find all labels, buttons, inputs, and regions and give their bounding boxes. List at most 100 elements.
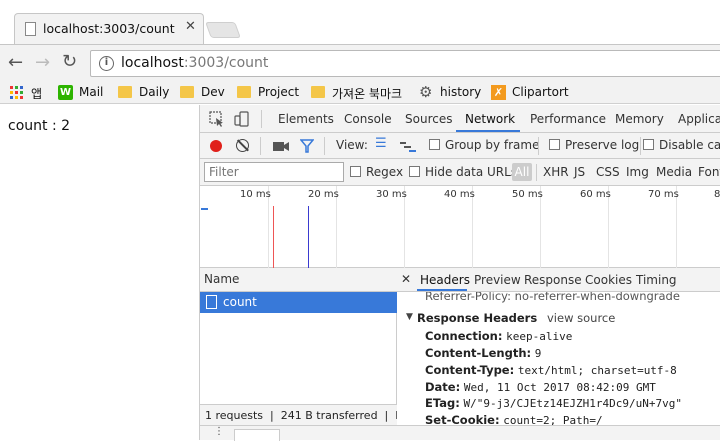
back-icon[interactable]: ← — [8, 52, 23, 73]
filter-input[interactable] — [204, 162, 344, 182]
filter-icon[interactable] — [300, 139, 314, 153]
checkbox-box — [409, 166, 420, 177]
filter-bar: Regex Hide data URLs All XHR JS CSS Img … — [200, 159, 720, 186]
apps-grid-icon — [10, 86, 23, 99]
filter-js[interactable]: JS — [574, 165, 585, 179]
tab-performance[interactable]: Performance — [530, 112, 606, 126]
timeline-tick-label: 60 ms — [580, 189, 611, 200]
group-by-frame-checkbox[interactable]: Group by frame — [429, 138, 539, 152]
document-icon — [206, 295, 217, 309]
console-drawer[interactable]: ⋮ — [200, 425, 720, 441]
request-name: count — [223, 295, 257, 309]
disable-cache-checkbox[interactable]: Disable cach — [643, 138, 720, 152]
domcontentloaded-line — [308, 206, 309, 268]
filter-media[interactable]: Media — [656, 165, 692, 179]
active-tab-indicator — [456, 130, 520, 132]
page-content: count : 2 — [0, 105, 199, 440]
reload-icon[interactable]: ↻ — [62, 51, 77, 72]
expand-triangle-icon[interactable]: ▼ — [406, 312, 413, 322]
bookmark-label: 앱 — [31, 87, 43, 101]
request-row[interactable]: count — [200, 292, 397, 313]
divider — [536, 164, 537, 181]
close-detail-icon[interactable]: ✕ — [401, 272, 411, 286]
devtools-panel: Elements Console Sources Network Perform… — [199, 105, 720, 441]
filter-all-button[interactable]: All — [512, 163, 532, 181]
summary-text: 1 requests | 241 B transferred | Fi... — [205, 409, 397, 422]
divider — [324, 137, 325, 155]
checkbox-box — [350, 166, 361, 177]
header-line: Content-Type: text/html; charset=utf-8 — [425, 363, 677, 377]
regex-checkbox[interactable]: Regex — [350, 165, 403, 179]
checkbox-box — [429, 139, 440, 150]
bookmark-label: history — [440, 85, 482, 99]
forward-icon[interactable]: → — [35, 52, 50, 73]
tab-title: localhost:3003/count — [43, 21, 175, 36]
info-icon[interactable]: i — [99, 56, 114, 71]
timeline-tick-label: 20 ms — [308, 189, 339, 200]
preserve-log-checkbox[interactable]: Preserve log — [549, 138, 639, 152]
view-label: View: — [336, 138, 368, 152]
count-text: count : 2 — [8, 118, 71, 134]
checkbox-label: Regex — [366, 165, 404, 179]
folder-icon — [237, 86, 251, 98]
filter-css[interactable]: CSS — [596, 165, 620, 179]
inspect-element-icon[interactable] — [209, 111, 225, 127]
checkbox-label: Preserve log — [565, 138, 640, 152]
address-bar[interactable]: i localhost:3003/count — [90, 50, 720, 77]
header-line: Set-Cookie: count=2; Path=/ — [425, 413, 603, 425]
w-mail-icon: W — [58, 85, 73, 100]
filter-font[interactable]: Font — [698, 165, 720, 179]
tab-elements[interactable]: Elements — [278, 112, 334, 126]
tab-strip: localhost:3003/count ✕ — [0, 0, 720, 44]
tab-sources[interactable]: Sources — [405, 112, 452, 126]
gear-icon: ⚙ — [419, 83, 433, 101]
tab-response[interactable]: Response — [524, 273, 582, 287]
waterfall-icon[interactable] — [400, 141, 416, 153]
folder-icon — [311, 86, 325, 98]
filter-xhr[interactable]: XHR — [543, 165, 569, 179]
headers-scroll[interactable]: Referrer-Policy: no-referrer-when-downgr… — [397, 292, 720, 425]
view-source-link[interactable]: view source — [547, 311, 615, 325]
name-column-label: Name — [204, 272, 240, 286]
checkbox-label: Disable cach — [659, 138, 720, 152]
screenshot-camera-icon[interactable] — [273, 141, 289, 153]
bookmarks-bar: 앱 W Mail Daily Dev Project 가져온 북마크 ⚙ his… — [0, 82, 720, 104]
filter-img[interactable]: Img — [626, 165, 649, 179]
url-path: :3003/count — [183, 55, 269, 71]
tab-memory[interactable]: Memory — [615, 112, 664, 126]
drawer-console-tab[interactable] — [234, 429, 280, 441]
bookmark-label: 가져온 북마크 — [332, 87, 403, 101]
tab-close-icon[interactable]: ✕ — [185, 19, 196, 34]
record-icon[interactable] — [210, 140, 222, 152]
folder-icon — [180, 86, 194, 98]
timeline-tick-label: 10 ms — [240, 189, 271, 200]
clipart-icon: ✗ — [491, 85, 506, 100]
name-column-header[interactable]: Name — [200, 268, 397, 292]
browser-tab[interactable]: localhost:3003/count ✕ — [14, 13, 204, 44]
request-list-pane: Name count 1 requests | 241 B transferre… — [200, 268, 397, 440]
tab-cookies[interactable]: Cookies — [585, 273, 632, 287]
tab-console[interactable]: Console — [344, 112, 392, 126]
divider — [640, 137, 641, 155]
active-tab-indicator — [417, 289, 467, 291]
header-line: ETag: W/"9-j3/CJEtz14EJZH1r4Dc9/uN+7vg" — [425, 396, 683, 410]
tab-application[interactable]: Applicat — [678, 112, 720, 126]
header-line: Content-Length: 9 — [425, 346, 542, 360]
tab-headers[interactable]: Headers — [420, 273, 470, 287]
tab-timing[interactable]: Timing — [636, 273, 677, 287]
header-line: Connection: keep-alive — [425, 329, 573, 343]
large-rows-icon[interactable]: ☰ — [375, 136, 387, 151]
timeline-tick-label: 70 ms — [648, 189, 679, 200]
partial-header-line: Referrer-Policy: no-referrer-when-downgr… — [425, 292, 680, 303]
tab-preview[interactable]: Preview — [474, 273, 521, 287]
tab-network[interactable]: Network — [465, 112, 515, 126]
checkbox-label: Hide data URLs — [425, 165, 518, 179]
page-icon — [25, 22, 36, 36]
hide-data-urls-checkbox[interactable]: Hide data URLs — [409, 165, 517, 179]
network-timeline: 10 ms 20 ms 30 ms 40 ms 50 ms 60 ms 70 m… — [200, 186, 720, 268]
bookmark-label: Mail — [79, 85, 104, 99]
bookmark-label: Daily — [139, 85, 170, 99]
new-tab-button[interactable] — [205, 22, 241, 38]
drawer-menu-icon[interactable]: ⋮ — [214, 426, 224, 437]
device-toolbar-icon[interactable] — [234, 111, 250, 127]
